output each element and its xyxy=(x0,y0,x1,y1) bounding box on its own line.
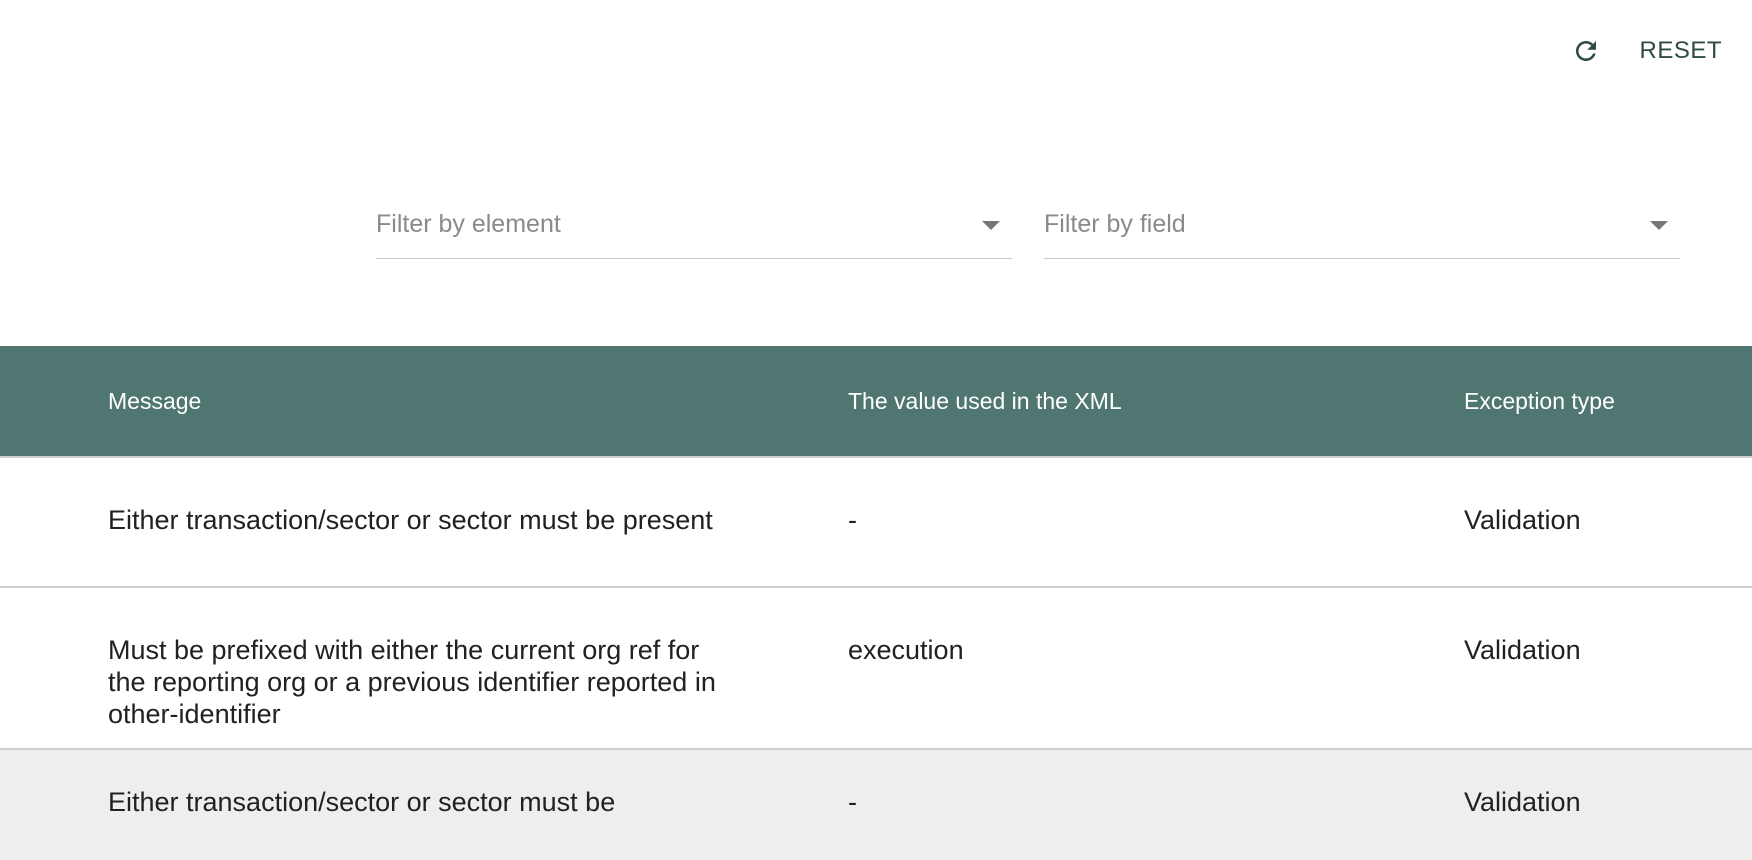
column-header-value[interactable]: The value used in the XML xyxy=(848,388,1408,415)
table-header: Message The value used in the XML Except… xyxy=(0,346,1752,458)
filter-by-element-placeholder: Filter by element xyxy=(376,210,561,238)
column-header-message[interactable]: Message xyxy=(108,388,738,415)
row-message: Either transaction/sector or sector must… xyxy=(108,505,713,535)
filter-by-field-placeholder: Filter by field xyxy=(1044,210,1186,238)
filter-by-field-select[interactable]: Filter by field xyxy=(1044,196,1680,259)
row-message: Must be prefixed with either the current… xyxy=(108,635,716,729)
row-exception-type: Validation xyxy=(1464,505,1581,535)
exceptions-table: Message The value used in the XML Except… xyxy=(0,346,1752,860)
filter-by-element-select[interactable]: Filter by element xyxy=(376,196,1012,259)
table-row[interactable]: Either transaction/sector or sector must… xyxy=(0,458,1752,588)
row-value: execution xyxy=(848,635,964,665)
row-exception-type: Validation xyxy=(1464,635,1581,665)
reset-label: RESET xyxy=(1639,37,1722,64)
table-row[interactable]: Either transaction/sector or sector must… xyxy=(0,750,1752,860)
chevron-down-icon xyxy=(1650,221,1668,230)
column-header-exception-type[interactable]: Exception type xyxy=(1464,388,1724,415)
reset-button[interactable]: RESET xyxy=(1571,26,1722,76)
row-message: Either transaction/sector or sector must… xyxy=(108,787,616,817)
top-bar: RESET xyxy=(0,0,1752,100)
row-exception-type: Validation xyxy=(1464,787,1581,817)
row-value: - xyxy=(848,505,857,535)
row-value: - xyxy=(848,787,857,817)
table-row[interactable]: Must be prefixed with either the current… xyxy=(0,588,1752,750)
refresh-icon xyxy=(1571,36,1601,66)
chevron-down-icon xyxy=(982,221,1000,230)
